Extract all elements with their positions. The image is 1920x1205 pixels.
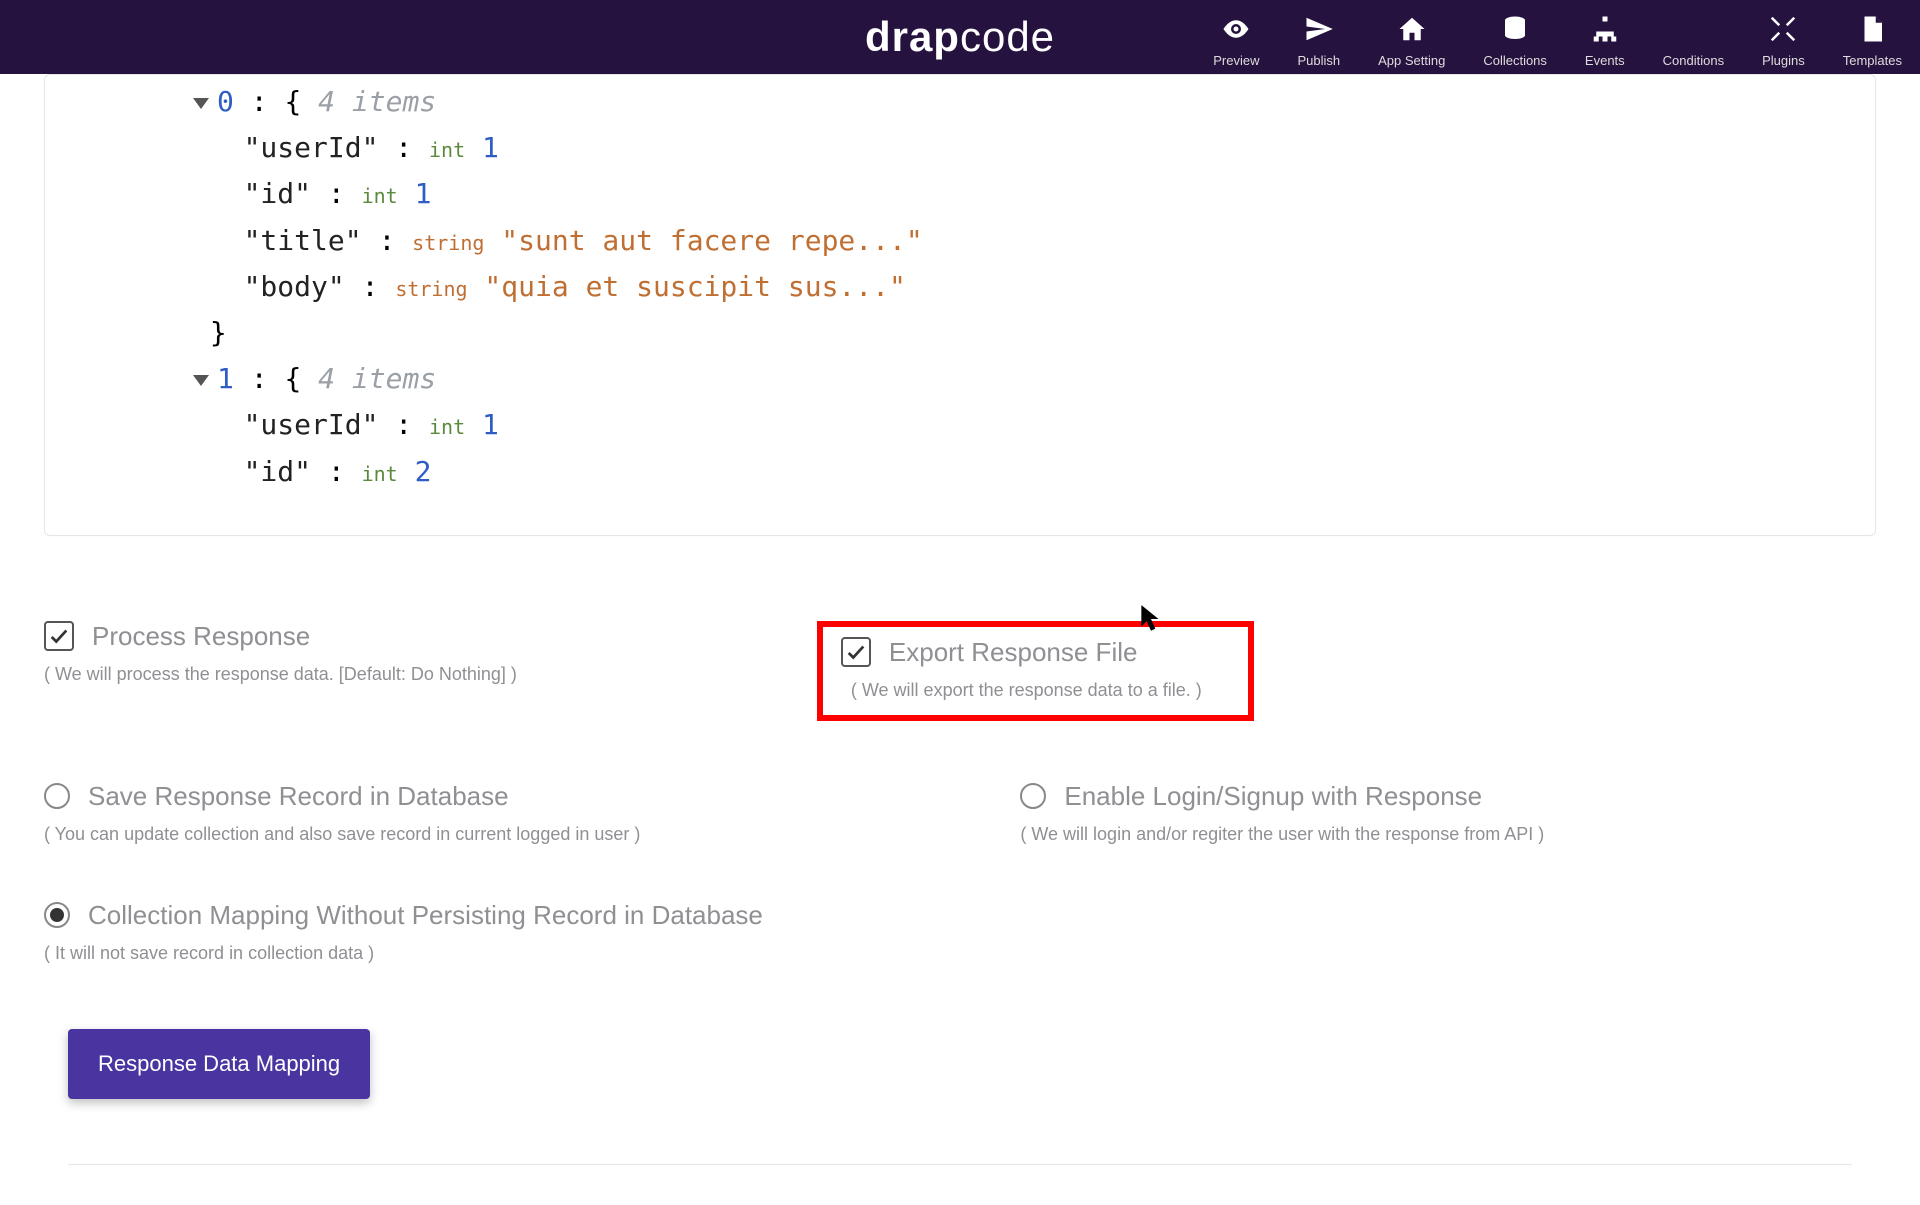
- toolbar-label: Conditions: [1663, 53, 1724, 68]
- app-setting-button[interactable]: App Setting: [1378, 14, 1445, 68]
- option-label: Export Response File: [889, 637, 1138, 668]
- top-actions: Preview Publish App Setting Collections …: [1213, 6, 1920, 68]
- preview-button[interactable]: Preview: [1213, 14, 1259, 68]
- json-line: "userId" : int 1: [75, 402, 1875, 448]
- templates-button[interactable]: Templates: [1843, 14, 1902, 68]
- json-line: }: [75, 310, 1875, 356]
- events-button[interactable]: Events: [1585, 14, 1625, 68]
- radio-selected-icon[interactable]: [44, 902, 70, 928]
- caret-down-icon[interactable]: [193, 98, 209, 109]
- checkbox-checked-icon[interactable]: [841, 637, 871, 667]
- toolbar-label: Templates: [1843, 53, 1902, 68]
- option-help: ( You can update collection and also sav…: [44, 824, 640, 845]
- option-help: ( We will export the response data to a …: [851, 680, 1202, 701]
- json-line: "title" : string "sunt aut facere repe..…: [75, 218, 1875, 264]
- export-response-option[interactable]: Export Response File ( We will export th…: [841, 637, 1202, 701]
- option-label: Process Response: [92, 621, 310, 652]
- json-line: "body" : string "quia et suscipit sus...…: [75, 264, 1875, 310]
- highlighted-export-option: Export Response File ( We will export th…: [817, 621, 1254, 721]
- eye-icon: [1221, 14, 1251, 49]
- tools-icon: [1768, 14, 1798, 49]
- radio-unselected-icon[interactable]: [44, 783, 70, 809]
- hash-icon: [1678, 14, 1708, 49]
- option-label: Collection Mapping Without Persisting Re…: [88, 900, 763, 931]
- toolbar-label: Events: [1585, 53, 1625, 68]
- json-line: "userId" : int 1: [75, 125, 1875, 171]
- brand-prefix: drap: [865, 13, 960, 60]
- json-line: "id" : int 1: [75, 171, 1875, 217]
- toolbar-label: Publish: [1297, 53, 1340, 68]
- option-label: Enable Login/Signup with Response: [1064, 781, 1482, 812]
- brand-logo: drapcode: [865, 13, 1055, 61]
- section-divider: [68, 1164, 1852, 1165]
- json-response-viewer[interactable]: 0 : { 4 items "userId" : int 1 "id" : in…: [44, 74, 1876, 536]
- paper-plane-icon: [1304, 14, 1334, 49]
- top-toolbar: drapcode Preview Publish App Setting Col…: [0, 0, 1920, 74]
- enable-login-option[interactable]: Enable Login/Signup with Response ( We w…: [1020, 781, 1544, 845]
- conditions-button[interactable]: Conditions: [1663, 14, 1724, 68]
- json-line: 1 : { 4 items: [75, 356, 1875, 402]
- process-response-option[interactable]: Process Response ( We will process the r…: [44, 621, 517, 685]
- collection-mapping-option[interactable]: Collection Mapping Without Persisting Re…: [44, 900, 763, 964]
- database-icon: [1500, 14, 1530, 49]
- option-help: ( We will process the response data. [De…: [44, 664, 517, 685]
- collections-button[interactable]: Collections: [1483, 14, 1547, 68]
- file-icon: [1857, 14, 1887, 49]
- response-data-mapping-tab[interactable]: Response Data Mapping: [68, 1029, 370, 1099]
- publish-button[interactable]: Publish: [1297, 14, 1340, 68]
- page-content: 0 : { 4 items "userId" : int 1 "id" : in…: [0, 74, 1920, 1205]
- caret-down-icon[interactable]: [193, 375, 209, 386]
- sitemap-icon: [1590, 14, 1620, 49]
- option-help: ( We will login and/or regiter the user …: [1020, 824, 1544, 845]
- json-line: 0 : { 4 items: [75, 79, 1875, 125]
- plugins-button[interactable]: Plugins: [1762, 14, 1805, 68]
- json-line: "id" : int 2: [75, 449, 1875, 495]
- json-pre: 0 : { 4 items "userId" : int 1 "id" : in…: [75, 79, 1875, 495]
- checkbox-checked-icon[interactable]: [44, 621, 74, 651]
- toolbar-label: Preview: [1213, 53, 1259, 68]
- toolbar-label: Plugins: [1762, 53, 1805, 68]
- save-db-option[interactable]: Save Response Record in Database ( You c…: [44, 781, 640, 845]
- toolbar-label: App Setting: [1378, 53, 1445, 68]
- option-help: ( It will not save record in collection …: [44, 943, 763, 964]
- radio-unselected-icon[interactable]: [1020, 783, 1046, 809]
- toolbar-label: Collections: [1483, 53, 1547, 68]
- brand-suffix: code: [960, 13, 1055, 60]
- home-icon: [1397, 14, 1427, 49]
- response-options: Process Response ( We will process the r…: [30, 536, 1890, 964]
- option-label: Save Response Record in Database: [88, 781, 509, 812]
